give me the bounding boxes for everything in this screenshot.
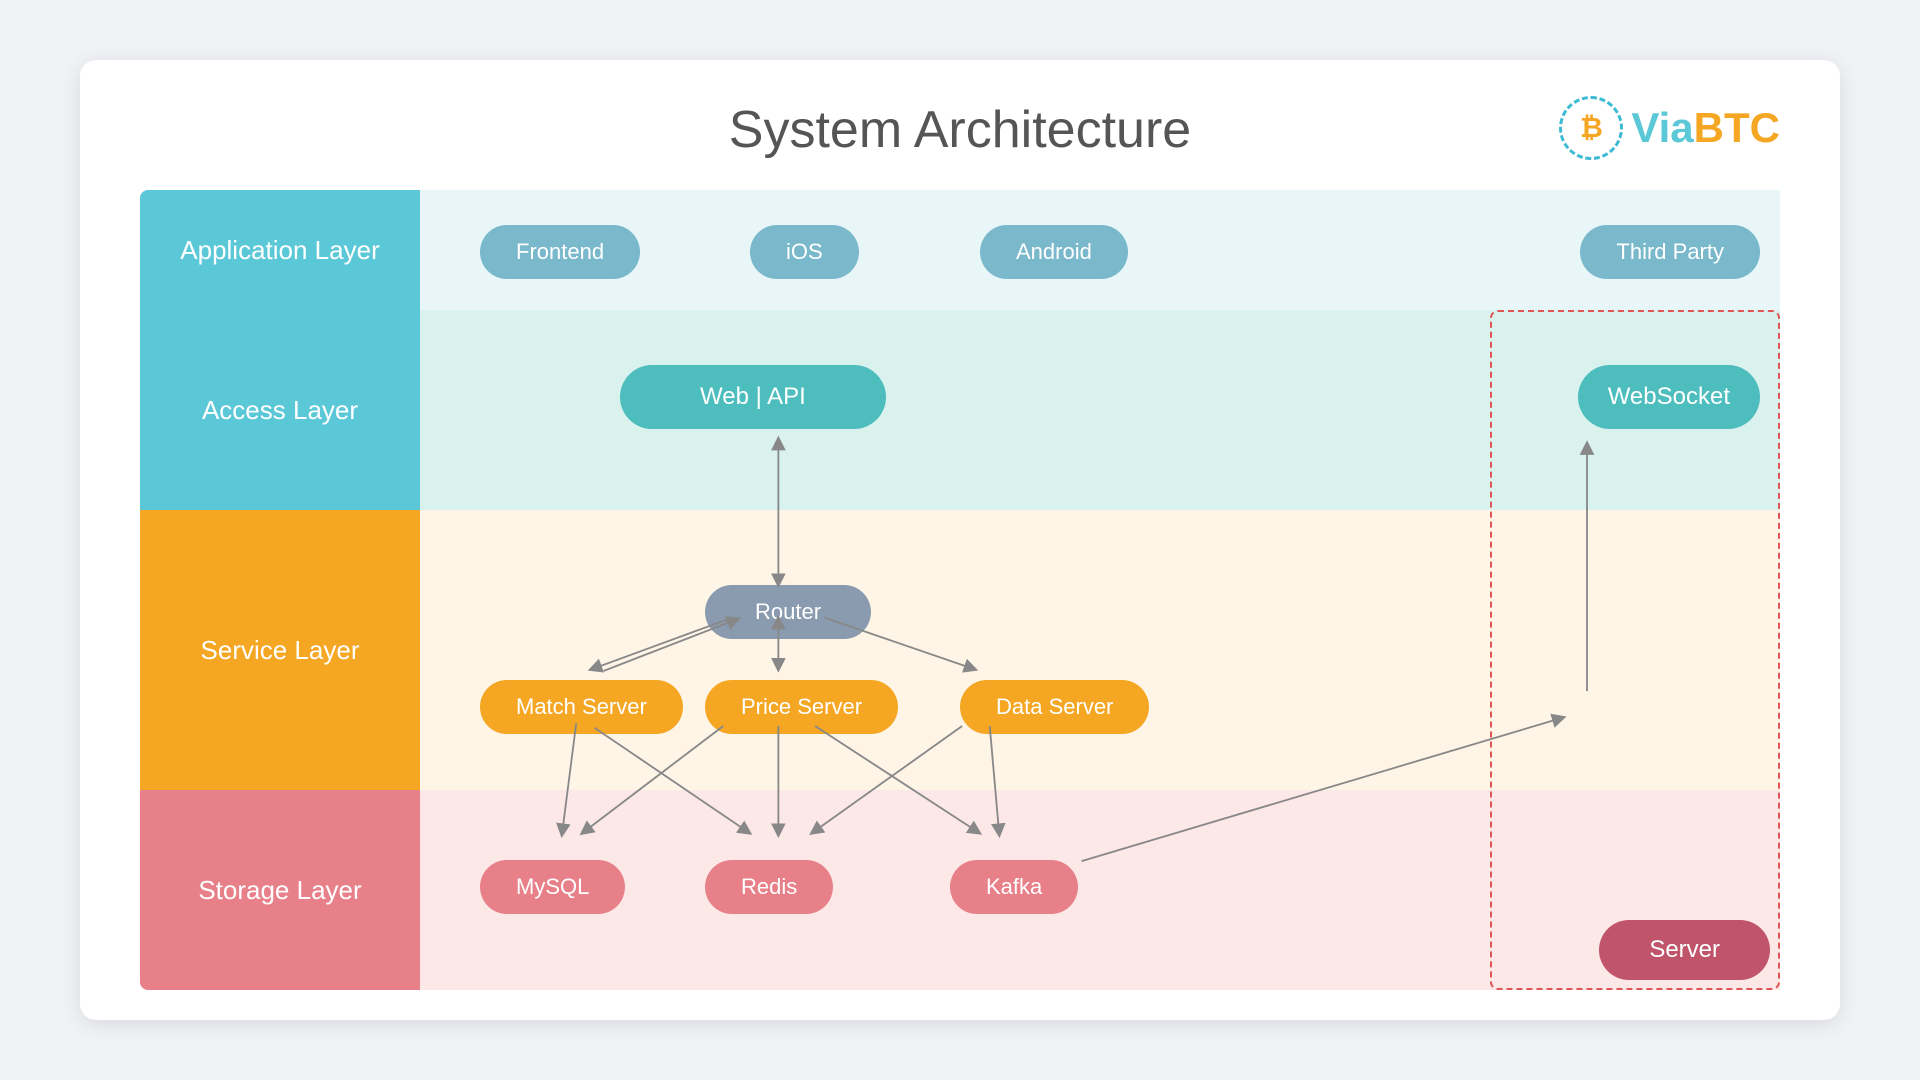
logo-btc: BTC bbox=[1694, 104, 1780, 151]
content-area: Frontend iOS Android Third Party Web | A… bbox=[420, 190, 1780, 990]
access-layer-label: Access Layer bbox=[140, 310, 420, 510]
logo: ₿ ViaBTC bbox=[1559, 96, 1780, 160]
logo-icon: ₿ bbox=[1559, 96, 1623, 160]
mysql-node: MySQL bbox=[480, 860, 625, 914]
redis-node: Redis bbox=[705, 860, 833, 914]
android-node: Android bbox=[980, 225, 1128, 279]
match-server-node: Match Server bbox=[480, 680, 683, 734]
labels-column: Application Layer Access Layer Service L… bbox=[140, 190, 420, 990]
server-node: Server bbox=[1599, 920, 1770, 980]
kafka-node: Kafka bbox=[950, 860, 1078, 914]
page-title: System Architecture bbox=[140, 100, 1780, 160]
router-node: Router bbox=[705, 585, 871, 639]
service-layer-label: Service Layer bbox=[140, 510, 420, 790]
storage-layer-label: Storage Layer bbox=[140, 790, 420, 990]
web-api-node: Web | API bbox=[620, 365, 886, 429]
ios-node: iOS bbox=[750, 225, 859, 279]
service-bg bbox=[420, 510, 1780, 790]
application-layer-label: Application Layer bbox=[140, 190, 420, 310]
slide: System Architecture ₿ ViaBTC Application… bbox=[80, 60, 1840, 1020]
data-server-node: Data Server bbox=[960, 680, 1149, 734]
third-party-node: Third Party bbox=[1580, 225, 1760, 279]
logo-via: Via bbox=[1631, 104, 1693, 151]
diagram: Application Layer Access Layer Service L… bbox=[140, 190, 1780, 990]
logo-text: ViaBTC bbox=[1631, 104, 1780, 152]
price-server-node: Price Server bbox=[705, 680, 898, 734]
frontend-node: Frontend bbox=[480, 225, 640, 279]
websocket-node: WebSocket bbox=[1578, 365, 1760, 429]
btc-symbol: ₿ bbox=[1580, 112, 1603, 144]
